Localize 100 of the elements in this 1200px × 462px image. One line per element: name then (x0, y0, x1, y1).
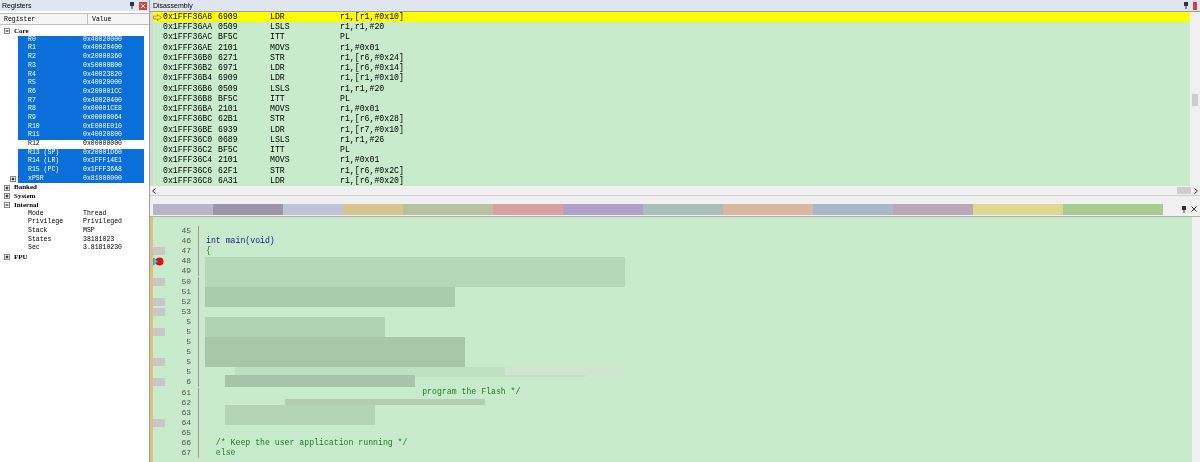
disassembly-row[interactable]: 0x1FFF36C2 BF5C ITT PL (153, 145, 1190, 156)
operands: r1,r1,#20 (340, 23, 385, 32)
line-number: 5 (185, 348, 192, 357)
line-number: 66 (180, 439, 192, 447)
mnemonic: LSLS (270, 23, 291, 32)
opcode: 6271 (218, 53, 239, 63)
disassembly-row[interactable]: 0x1FFF36B6 0509 LSLS r1,r1,#20 (153, 83, 1190, 94)
opcode: BF5C (218, 33, 239, 42)
horizontal-scrollbar[interactable] (150, 186, 1200, 196)
mnemonic: ITT (270, 94, 286, 104)
scroll-thumb[interactable] (1192, 94, 1198, 106)
expand-icon[interactable] (10, 176, 16, 183)
pin-icon[interactable] (1183, 2, 1189, 9)
line-number: 5 (185, 338, 192, 347)
operands: r1,[r6,#0x14] (340, 64, 404, 73)
opcode: 0689 (218, 135, 239, 145)
operands: r1,[r1,#0x10] (340, 13, 404, 22)
mnemonic: LSLS (270, 135, 291, 145)
opcode: BF5C (218, 94, 239, 104)
opcode: 6971 (218, 64, 239, 73)
disassembly-row[interactable]: 0x1FFF36B8 BF5C ITT PL (153, 93, 1190, 105)
disassembly-row[interactable]: 0x1FFF36B2 6971 LDR r1,[r6,#0x14] (153, 63, 1190, 74)
opcode: 2101 (218, 43, 239, 52)
line-number: 51 (180, 287, 192, 296)
operands: r1,#0x01 (340, 43, 380, 52)
disassembly-row[interactable]: 0x1FFF36BA 2101 MOVS r1,#0x01 (153, 104, 1190, 115)
operands: r1,r1,#26 (340, 135, 385, 145)
opcode: 2101 (218, 156, 239, 165)
address: 0x1FFF36C0 (163, 135, 214, 145)
code-line: else (214, 449, 236, 458)
opcode: 0509 (218, 23, 239, 32)
line-number: 67 (180, 449, 192, 458)
line-number: 64 (180, 418, 192, 427)
disassembly-row[interactable]: 0x1FFF36A8 6909 LDR r1,[r1,#0x10] (153, 12, 1190, 23)
disassembly-row[interactable]: 0x1FFF36BC 62B1 STR r1,[r6,#0x28] (153, 114, 1190, 125)
address: 0x1FFF36B0 (163, 53, 214, 63)
line-number: 46 (180, 237, 192, 246)
line-number: 48 (180, 257, 192, 266)
address: 0x1FFF36C6 (163, 166, 214, 175)
operands: r1,[r6,#0x2C] (340, 166, 404, 175)
address: 0x1FFF36C4 (163, 156, 214, 165)
mnemonic: LDR (270, 64, 286, 73)
code-line: int main(void) (206, 237, 275, 246)
mnemonic: MOVS (270, 105, 291, 114)
disassembly-row[interactable]: 0x1FFF36C0 0689 LSLS r1,r1,#26 (153, 134, 1190, 146)
disassembly-row[interactable]: 0x1FFF36AE 2101 MOVS r1,#0x01 (153, 42, 1190, 53)
disassembly-row[interactable]: 0x1FFF36BE 6939 LDR r1,[r7,#0x10] (153, 124, 1190, 135)
mnemonic: MOVS (270, 43, 291, 52)
mnemonic: MOVS (270, 156, 291, 165)
line-number: 53 (180, 307, 192, 316)
address: 0x1FFF36C8 (163, 176, 214, 185)
mnemonic: LSLS (270, 84, 291, 93)
operands: PL (340, 94, 350, 104)
opcode: 6A31 (218, 176, 239, 185)
disassembly-row[interactable]: 0x1FFF36C4 2101 MOVS r1,#0x01 (153, 155, 1190, 166)
expand-icon[interactable] (4, 254, 10, 261)
address: 0x1FFF36B6 (163, 84, 214, 93)
operands: r1,[r6,#0x20] (340, 176, 404, 185)
collapse-icon[interactable] (4, 28, 10, 35)
address: 0x1FFF36BC (163, 115, 214, 124)
operands: r1,[r7,#0x10] (340, 125, 404, 134)
operands: r1,[r6,#0x28] (340, 115, 404, 124)
address: 0x1FFF36B2 (163, 64, 214, 73)
line-number: 63 (180, 408, 192, 417)
opcode: 2101 (218, 105, 239, 114)
line-number: 5 (185, 317, 192, 326)
collapse-icon[interactable] (4, 202, 10, 209)
line-number: 65 (180, 428, 192, 437)
pin-icon[interactable] (129, 2, 135, 9)
breakpoint-icon[interactable] (153, 256, 164, 266)
address: 0x1FFF36A8 (163, 13, 214, 22)
opcode: BF5C (218, 146, 239, 155)
operands: r1,#0x01 (340, 156, 380, 165)
disassembly-row[interactable]: 0x1FFF36AA 0509 LSLS r1,r1,#20 (153, 22, 1190, 33)
expand-icon[interactable] (4, 184, 10, 191)
operands: r1,[r6,#0x24] (340, 53, 404, 63)
operands: r1,r1,#20 (340, 84, 385, 93)
line-number: 5 (185, 368, 192, 377)
pin-icon[interactable] (1181, 205, 1187, 213)
line-number: 50 (180, 277, 192, 286)
mnemonic: STR (270, 115, 286, 124)
address: 0x1FFF36BA (163, 105, 214, 114)
line-number: 52 (180, 297, 192, 306)
disassembly-row[interactable]: 0x1FFF36B0 6271 STR r1,[r6,#0x24] (153, 52, 1190, 64)
scroll-thumb[interactable] (1177, 187, 1191, 194)
line-number: 49 (180, 267, 192, 276)
expand-icon[interactable] (4, 193, 10, 200)
disassembly-row[interactable]: 0x1FFF36AC BF5C ITT PL (153, 32, 1190, 43)
disassembly-row[interactable]: 0x1FFF36C8 6A31 LDR r1,[r6,#0x20] (153, 175, 1190, 186)
address: 0x1FFF36B8 (163, 94, 214, 104)
close-icon[interactable] (1191, 206, 1197, 212)
opcode: 62F1 (218, 166, 239, 175)
opcode: 62B1 (218, 115, 239, 124)
address: 0x1FFF36AE (163, 43, 214, 52)
operands: PL (340, 33, 350, 42)
current-line-arrow-icon (153, 13, 162, 21)
disassembly-row[interactable]: 0x1FFF36C6 62F1 STR r1,[r6,#0x2C] (153, 165, 1190, 176)
disassembly-row[interactable]: 0x1FFF36B4 6909 LDR r1,[r1,#0x10] (153, 73, 1190, 84)
mnemonic: LDR (270, 125, 286, 134)
mnemonic: LDR (270, 176, 286, 185)
